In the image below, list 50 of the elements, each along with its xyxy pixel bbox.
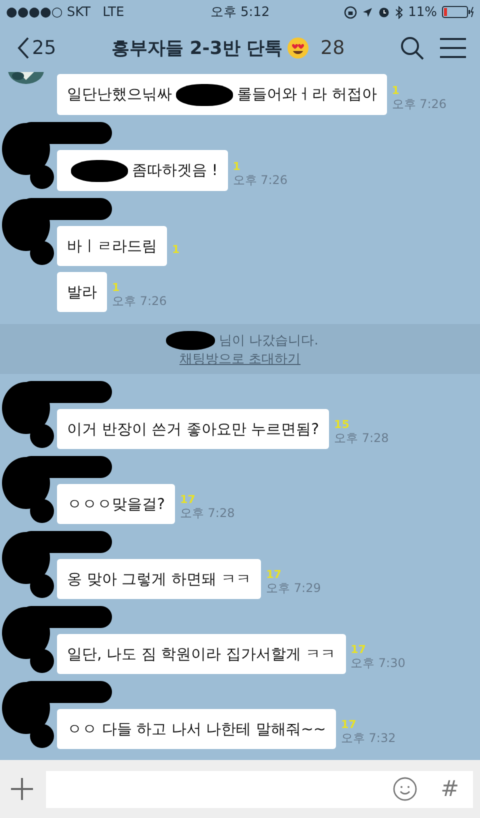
back-icon xyxy=(16,36,30,60)
redaction-mark xyxy=(166,330,216,350)
battery-percent: 11% xyxy=(408,4,437,20)
message-time: 오후 7:30 xyxy=(350,656,406,672)
carrier-label: ●●●●○ SKT xyxy=(6,4,91,20)
smiley-icon[interactable] xyxy=(392,777,417,801)
member-count: 28 xyxy=(320,37,345,59)
message-time: 오후 7:26 xyxy=(232,173,288,188)
unread-count: 1 xyxy=(112,281,121,294)
plus-icon[interactable] xyxy=(10,777,34,801)
message-bubble: 좀따하겟음 ! xyxy=(57,150,228,192)
network-label: LTE xyxy=(102,4,124,20)
back-button[interactable]: 25 xyxy=(16,36,56,60)
message-input[interactable]: # xyxy=(46,770,473,808)
message-bubble: ㅇㅇㅇ맞을걸? xyxy=(57,484,175,524)
message-time: 오후 7:28 xyxy=(334,431,389,446)
unread-count: 17 xyxy=(350,643,367,656)
heart-eyes-face-icon xyxy=(286,37,309,59)
battery-icon xyxy=(442,6,474,18)
rotation-lock-icon xyxy=(344,6,358,18)
clock: 오후 5:12 xyxy=(210,5,270,20)
search-icon[interactable] xyxy=(400,36,424,60)
message-bubble: ㅇㅇ 다들 하고 나서 나한테 말해줘~~ xyxy=(57,709,336,750)
message-time: 오후 7:26 xyxy=(392,97,447,112)
redaction-mark xyxy=(176,84,233,106)
menu-icon[interactable] xyxy=(440,38,466,58)
unread-count: 17 xyxy=(340,718,358,732)
message-bubble: 옹 맞아 그렇게 하면돼 ㅋㅋ xyxy=(57,559,262,600)
message-time: 오후 7:28 xyxy=(180,506,235,522)
unread-count: 15 xyxy=(334,418,350,432)
location-icon xyxy=(362,6,374,18)
message-time: 오후 7:29 xyxy=(266,581,321,596)
hashtag-button[interactable]: # xyxy=(440,776,459,802)
unread-count: 17 xyxy=(266,568,282,582)
message-time: 오후 7:26 xyxy=(112,294,167,310)
alarm-icon xyxy=(378,6,390,18)
unread-count: 1 xyxy=(392,84,400,98)
unread-count: 17 xyxy=(180,493,196,506)
message-bubble: 이거 반장이 쓴거 좋아요만 누르면됨? xyxy=(57,409,330,450)
notice-text: 님이 나갔습니다. xyxy=(162,330,318,350)
message-bubble: 바ㅣㄹ라드림 xyxy=(57,226,167,266)
invite-link[interactable]: 채팅방으로 초대하기 xyxy=(179,350,301,368)
message-bubble: 일단난했으닊싸 롤들어와ㅓ라 허접아 xyxy=(57,74,387,116)
bluetooth-icon xyxy=(395,6,404,18)
message-bubble: 일단, 나도 짐 학원이라 집가서할게 ㅋㅋ xyxy=(57,634,346,674)
message-bubble: 발라 xyxy=(57,272,107,312)
unread-count: 1 xyxy=(232,160,242,174)
chat-title: 흥부자들 2-3반 단톡 xyxy=(111,37,283,60)
message-time: 오후 7:32 xyxy=(340,731,396,746)
unread-count: 1 xyxy=(172,243,180,256)
